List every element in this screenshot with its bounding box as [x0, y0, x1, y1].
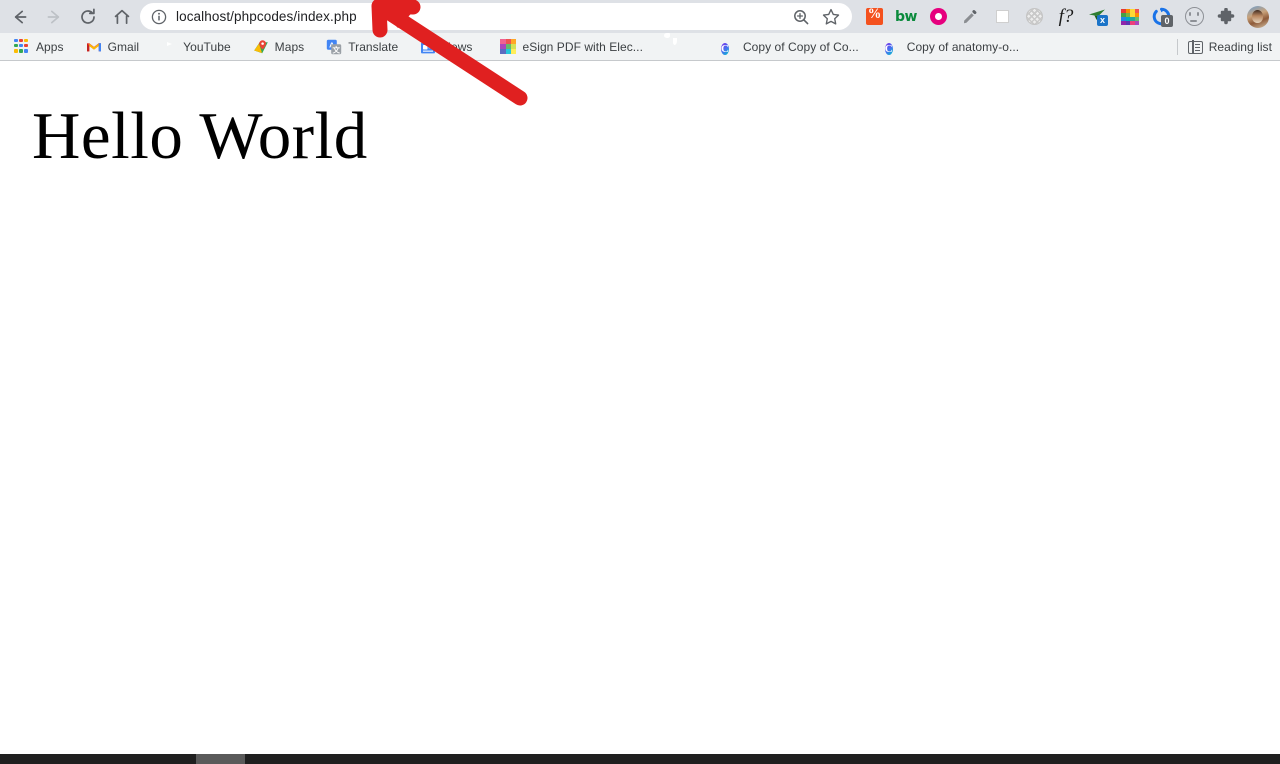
face-glyph — [1184, 7, 1204, 26]
profile-avatar[interactable] — [1244, 3, 1272, 31]
bookmark-star-icon[interactable] — [821, 7, 841, 27]
bookmark-youtube[interactable]: YouTube — [155, 36, 237, 58]
bookmark-label: News — [442, 39, 473, 54]
reload-button[interactable] — [74, 3, 102, 31]
magenta-ring-glyph — [929, 8, 947, 25]
maps-pin-icon — [253, 39, 269, 55]
reading-list-label: Reading list — [1208, 40, 1272, 54]
back-button[interactable] — [6, 3, 34, 31]
taskbar-strip — [0, 754, 1280, 764]
bookmark-globe[interactable] — [665, 36, 699, 58]
bookmark-maps[interactable]: Maps — [247, 36, 311, 58]
bw-extension-icon[interactable]: bw — [892, 3, 920, 31]
home-button[interactable] — [108, 3, 136, 31]
plane-x-extension-icon[interactable]: x — [1084, 3, 1112, 31]
bookmark-copy-of-anatomy-o[interactable]: C Copy of anatomy-o... — [879, 36, 1025, 58]
bookmark-label: Translate — [348, 39, 399, 54]
x-badge: x — [1097, 14, 1108, 26]
youtube-icon — [161, 39, 177, 55]
bw-glyph: bw — [895, 8, 917, 25]
bookmark-gmail[interactable]: Gmail — [80, 36, 146, 58]
reload-icon — [81, 7, 95, 24]
puzzle-glyph — [1217, 7, 1235, 24]
grey-mesh-extension-icon[interactable] — [1020, 3, 1048, 31]
puzzle-extensions-icon[interactable] — [1212, 3, 1240, 31]
svg-text:文: 文 — [333, 44, 341, 54]
percent-glyph — [865, 8, 883, 25]
face-circle-extension-icon[interactable] — [1180, 3, 1208, 31]
zoom-magnifier-icon[interactable] — [791, 7, 811, 27]
esign-rainbow-icon — [500, 38, 517, 55]
gear-glyph: 0 — [1152, 7, 1173, 27]
gmail-icon — [86, 39, 102, 55]
translate-icon: A 文 — [326, 39, 342, 55]
rainbow-grid-extension-icon[interactable] — [1116, 3, 1144, 31]
bookmark-esign-pdf[interactable]: eSign PDF with Elec... — [494, 36, 648, 58]
url-text[interactable]: localhost/phpcodes/index.php — [176, 9, 791, 24]
taskbar-active-segment — [196, 754, 245, 764]
browser-toolbar: localhost/phpcodes/index.php bw — [0, 0, 1280, 33]
gear-counter-extension-icon[interactable]: 0 — [1148, 3, 1176, 31]
plane-glyph: x — [1088, 8, 1108, 26]
home-icon — [114, 9, 130, 24]
page-title: Hello World — [32, 99, 368, 173]
bookmark-label: Maps — [274, 39, 305, 54]
magenta-ring-extension-icon[interactable] — [924, 3, 952, 31]
bookmark-copy-of-copy-of-co[interactable]: C Copy of Copy of Co... — [715, 36, 865, 58]
bookmark-label: Apps — [36, 39, 64, 54]
gear-count-badge: 0 — [1161, 15, 1173, 27]
reading-list-icon — [1187, 40, 1203, 54]
fq-glyph: f? — [1058, 5, 1074, 27]
bookmarks-bar: Apps Gmail YouTube Maps 文 Translate News… — [0, 33, 1280, 61]
browser-window: localhost/phpcodes/index.php bw — [0, 0, 1280, 764]
apps-grid-icon — [14, 38, 30, 55]
bookmark-label: YouTube — [183, 39, 231, 54]
bookmark-apps[interactable]: Apps — [8, 36, 70, 58]
address-bar[interactable]: localhost/phpcodes/index.php — [140, 3, 852, 30]
forward-arrow-icon — [47, 10, 60, 23]
chrome-menu-kebab-icon[interactable] — [1276, 3, 1280, 31]
eyedropper-glyph — [961, 8, 979, 26]
bookmarks-divider — [1176, 39, 1178, 55]
canva-c-icon: C — [720, 42, 729, 55]
bookmark-label: Gmail — [107, 39, 140, 54]
bookmark-label: Copy of anatomy-o... — [906, 39, 1020, 54]
bookmark-label: eSign PDF with Elec... — [522, 39, 643, 54]
white-square-extension-icon[interactable] — [988, 3, 1016, 31]
avatar-image — [1247, 5, 1269, 28]
page-viewport: Hello World — [0, 61, 1280, 754]
globe-icon — [671, 39, 687, 55]
canva-c-icon: C — [884, 42, 893, 55]
bookmark-news[interactable]: News — [414, 36, 478, 58]
rainbow-grid-glyph — [1121, 8, 1139, 25]
grey-mesh-glyph — [1025, 8, 1043, 25]
fq-extension-icon[interactable]: f? — [1052, 3, 1080, 31]
site-info-icon[interactable] — [151, 9, 167, 25]
reading-list-button[interactable]: Reading list — [1176, 36, 1272, 58]
white-square-glyph — [995, 10, 1009, 23]
back-arrow-icon — [14, 10, 27, 23]
bookmark-label: Copy of Copy of Co... — [742, 39, 859, 54]
forward-button[interactable] — [40, 3, 68, 31]
percent-orange-extension-icon[interactable] — [860, 3, 888, 31]
bookmark-translate[interactable]: A 文 Translate — [320, 36, 404, 58]
news-icon — [420, 39, 436, 55]
eyedropper-extension-icon[interactable] — [956, 3, 984, 31]
extension-icons: bw f? — [858, 0, 1280, 33]
